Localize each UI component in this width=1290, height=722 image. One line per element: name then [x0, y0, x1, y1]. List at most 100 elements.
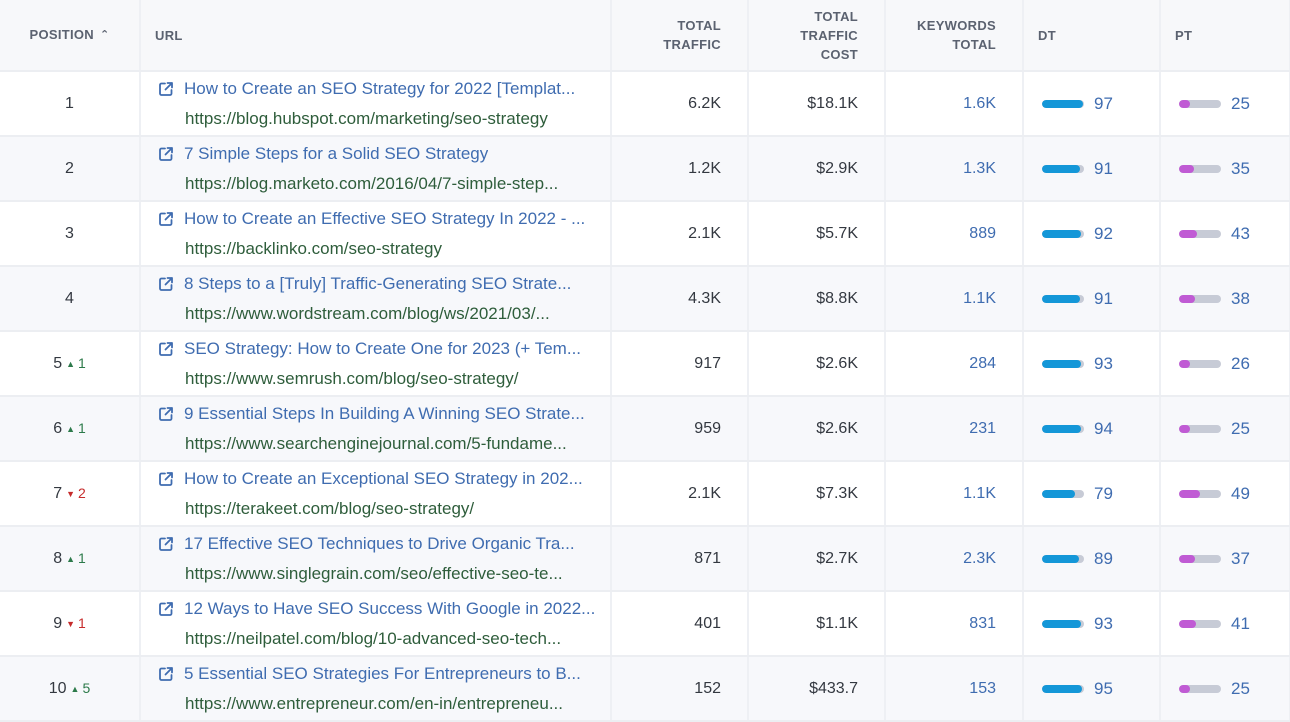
external-link-icon[interactable] [157, 80, 175, 98]
position-change: ▲ 1 [66, 355, 86, 371]
page-url-link[interactable]: https://www.entrepreneur.com/en-in/entre… [157, 689, 596, 719]
keywords-total-cell[interactable]: 2.3K [885, 526, 1024, 592]
keywords-total-cell[interactable]: 1.6K [885, 71, 1024, 137]
header-url-label: URL [155, 27, 183, 43]
pt-bar [1179, 164, 1221, 173]
page-title-link[interactable]: 17 Effective SEO Techniques to Drive Org… [184, 534, 575, 554]
keywords-total-cell[interactable]: 231 [885, 396, 1024, 462]
pt-bar-fill [1179, 294, 1195, 303]
external-link-icon[interactable] [157, 405, 175, 423]
header-position[interactable]: POSITION ⌃ [0, 0, 141, 72]
page-url-link[interactable]: https://neilpatel.com/blog/10-advanced-s… [157, 624, 596, 654]
page-url-link[interactable]: https://www.semrush.com/blog/seo-strateg… [157, 364, 596, 394]
dt-bar-fill [1042, 619, 1082, 628]
page-title-link[interactable]: 8 Steps to a [Truly] Traffic-Generating … [184, 274, 571, 294]
dt-value[interactable]: 92 [1094, 224, 1113, 244]
header-position-label: POSITION [29, 26, 94, 42]
total-traffic-cell: 959 [611, 396, 749, 462]
dt-value[interactable]: 93 [1094, 354, 1113, 374]
keywords-total-cell[interactable]: 1.1K [885, 266, 1024, 332]
external-link-icon[interactable] [157, 665, 175, 683]
external-link-icon[interactable] [157, 210, 175, 228]
dt-bar [1042, 164, 1084, 173]
keywords-total-cell[interactable]: 889 [885, 201, 1024, 267]
pt-value[interactable]: 43 [1231, 224, 1250, 244]
header-keywords-total[interactable]: KEYWORDS TOTAL [885, 0, 1024, 72]
page-url-link[interactable]: https://backlinko.com/seo-strategy [157, 234, 596, 264]
pt-bar-fill [1179, 554, 1195, 563]
dt-value[interactable]: 94 [1094, 419, 1113, 439]
pt-value[interactable]: 26 [1231, 354, 1250, 374]
page-title-link[interactable]: How to Create an Effective SEO Strategy … [184, 209, 585, 229]
triangle-up-icon: ▲ [66, 553, 76, 564]
pt-value[interactable]: 25 [1231, 419, 1250, 439]
header-keywords-total-label: KEYWORDS TOTAL [917, 18, 996, 52]
keywords-total-cell[interactable]: 1.3K [885, 136, 1024, 202]
dt-value[interactable]: 95 [1094, 679, 1113, 699]
page-title-link[interactable]: How to Create an SEO Strategy for 2022 [… [184, 79, 575, 99]
page-url-link[interactable]: https://terakeet.com/blog/seo-strategy/ [157, 494, 596, 524]
chevron-up-icon[interactable]: ⌃ [100, 26, 110, 45]
url-cell: 8 Steps to a [Truly] Traffic-Generating … [140, 266, 612, 332]
external-link-icon[interactable] [157, 275, 175, 293]
keywords-total-cell[interactable]: 831 [885, 591, 1024, 657]
page-url-link[interactable]: https://blog.hubspot.com/marketing/seo-s… [157, 104, 596, 134]
pt-bar-fill [1179, 229, 1198, 238]
dt-bar [1042, 229, 1084, 238]
external-link-icon[interactable] [157, 340, 175, 358]
page-url-link[interactable]: https://www.singlegrain.com/seo/effectiv… [157, 559, 596, 589]
pt-cell: 37 [1160, 526, 1290, 592]
dt-value[interactable]: 91 [1094, 289, 1113, 309]
pt-value[interactable]: 49 [1231, 484, 1250, 504]
pt-value[interactable]: 35 [1231, 159, 1250, 179]
total-traffic-cost-cell: $18.1K [748, 71, 886, 137]
total-traffic-cell: 6.2K [611, 71, 749, 137]
external-link-icon[interactable] [157, 470, 175, 488]
external-link-icon[interactable] [157, 145, 175, 163]
pt-bar-fill [1179, 684, 1190, 693]
dt-bar [1042, 619, 1084, 628]
keywords-total-cell[interactable]: 153 [885, 656, 1024, 722]
position-cell: 7 ▼ 2 [0, 461, 141, 527]
pt-value[interactable]: 25 [1231, 94, 1250, 114]
pt-bar-fill [1179, 164, 1194, 173]
total-traffic-cost-cell: $8.8K [748, 266, 886, 332]
total-traffic-cost-cell: $5.7K [748, 201, 886, 267]
total-traffic-cost-cell: $2.7K [748, 526, 886, 592]
header-total-traffic-cost[interactable]: TOTAL TRAFFIC COST [748, 0, 886, 72]
pt-value[interactable]: 37 [1231, 549, 1250, 569]
header-pt[interactable]: PT [1160, 0, 1290, 72]
dt-value[interactable]: 97 [1094, 94, 1113, 114]
page-url-link[interactable]: https://blog.marketo.com/2016/04/7-simpl… [157, 169, 596, 199]
pt-value[interactable]: 25 [1231, 679, 1250, 699]
pt-value[interactable]: 41 [1231, 614, 1250, 634]
page-title-link[interactable]: 9 Essential Steps In Building A Winning … [184, 404, 585, 424]
dt-cell: 92 [1023, 201, 1161, 267]
page-title-link[interactable]: How to Create an Exceptional SEO Strateg… [184, 469, 583, 489]
page-url-link[interactable]: https://www.searchenginejournal.com/5-fu… [157, 429, 596, 459]
external-link-icon[interactable] [157, 535, 175, 553]
page-title-link[interactable]: SEO Strategy: How to Create One for 2023… [184, 339, 581, 359]
dt-value[interactable]: 91 [1094, 159, 1113, 179]
page-title-line: 9 Essential Steps In Building A Winning … [157, 399, 596, 429]
page-title-link[interactable]: 12 Ways to Have SEO Success With Google … [184, 599, 595, 619]
dt-value[interactable]: 89 [1094, 549, 1113, 569]
dt-value[interactable]: 93 [1094, 614, 1113, 634]
header-total-traffic[interactable]: TOTAL TRAFFIC [611, 0, 749, 72]
dt-bar [1042, 489, 1084, 498]
position-change-value: 1 [78, 549, 86, 566]
keywords-total-cell[interactable]: 284 [885, 331, 1024, 397]
header-url[interactable]: URL [140, 0, 612, 72]
header-pt-label: PT [1175, 27, 1193, 43]
dt-value[interactable]: 79 [1094, 484, 1113, 504]
table-row: 10 ▲ 5 5 Essential SEO Strategies For Entr… [0, 656, 1290, 722]
pt-bar-fill [1179, 99, 1190, 108]
header-dt[interactable]: DT [1023, 0, 1161, 72]
pt-value[interactable]: 38 [1231, 289, 1250, 309]
position-change-value: 5 [82, 679, 91, 696]
page-title-link[interactable]: 7 Simple Steps for a Solid SEO Strategy [184, 144, 488, 164]
page-url-link[interactable]: https://www.wordstream.com/blog/ws/2021/… [157, 299, 596, 329]
page-title-link[interactable]: 5 Essential SEO Strategies For Entrepren… [184, 664, 581, 684]
keywords-total-cell[interactable]: 1.1K [885, 461, 1024, 527]
external-link-icon[interactable] [157, 600, 175, 618]
